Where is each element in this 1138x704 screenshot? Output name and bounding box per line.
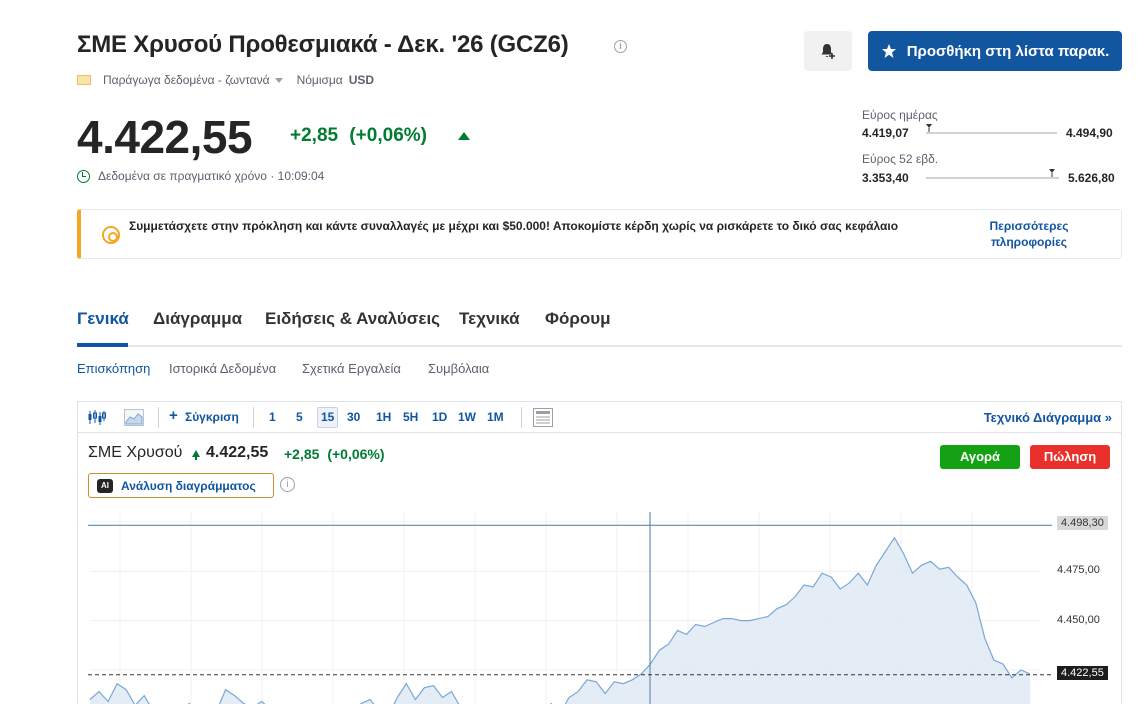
- instrument-meta: Παράγωγα δεδομένα - ζωντανά Νόμισμα USD: [77, 73, 374, 87]
- flag-icon: [77, 75, 91, 85]
- up-arrow-icon: [192, 450, 200, 460]
- day-range-high: 4.494,90: [1066, 126, 1113, 140]
- crosshair-price-tag: 4.498,30: [1057, 516, 1108, 531]
- clock-icon: [77, 169, 90, 183]
- promo-text: Συμμετάσχετε στην πρόκληση και κάντε συν…: [129, 219, 899, 233]
- interval-1h[interactable]: 1H: [376, 410, 391, 424]
- subnav-contracts[interactable]: Συμβόλαια: [428, 361, 489, 376]
- realtime-label: Δεδομένα σε πραγματικό χρόνο · 10:09:04: [98, 169, 325, 183]
- currency-label: Νόμισμα: [296, 73, 343, 87]
- sell-button[interactable]: Πώληση: [1030, 445, 1110, 469]
- y-tick-label: 4.475,00: [1057, 564, 1100, 577]
- price-chart[interactable]: 4.475,00 4.450,00 4.498,30 4.422,55: [78, 512, 1121, 704]
- alert-button[interactable]: [804, 31, 852, 71]
- price-chart-canvas[interactable]: [78, 512, 1121, 704]
- day-range-bar: [925, 124, 1057, 134]
- chart-price: 4.422,55: [206, 444, 269, 461]
- plus-icon: +: [169, 407, 178, 424]
- toolbar-divider: [158, 407, 159, 428]
- area-chart-icon[interactable]: [124, 409, 144, 426]
- chart-change-percent: (+0,06%): [327, 446, 385, 462]
- chart-toolbar: + Σύγκριση 1 5 15 30 1H 5H 1D 1W 1M Τεχν…: [78, 402, 1121, 433]
- main-tabs: Γενικά Διάγραμμα Ειδήσεις & Αναλύσεις Τε…: [77, 309, 1122, 347]
- promo-more-info-link[interactable]: Περισσότερες πληροφορίες: [979, 218, 1079, 250]
- day-range-marker: [925, 124, 932, 132]
- week52-range-label: Εύρος 52 εβδ.: [862, 152, 939, 166]
- buy-button[interactable]: Αγορά: [940, 445, 1020, 469]
- bell-plus-icon: [821, 44, 835, 59]
- ai-chart-analysis-label: Ανάλυση διαγράμματος: [121, 478, 256, 493]
- week52-range-low: 3.353,40: [862, 171, 909, 185]
- watchlist-label: Προσθήκη στη λίστα παρακ.: [906, 42, 1110, 60]
- interval-1d[interactable]: 1D: [432, 410, 447, 424]
- day-range-low: 4.419,07: [862, 126, 909, 140]
- category-dropdown[interactable]: Παράγωγα δεδομένα - ζωντανά: [103, 73, 270, 87]
- promo-banner: Συμμετάσχετε στην πρόκληση και κάντε συν…: [77, 209, 1122, 259]
- day-range-label: Εύρος ημέρας: [862, 108, 938, 122]
- interval-5h[interactable]: 5H: [403, 410, 418, 424]
- subnav-historical-data[interactable]: Ιστορικά Δεδομένα: [169, 361, 276, 376]
- chart-change-value: +2,85: [284, 446, 320, 462]
- chart-settings-icon[interactable]: [533, 408, 553, 427]
- y-tick-label: 4.450,00: [1057, 613, 1100, 626]
- add-to-watchlist-button[interactable]: Προσθήκη στη λίστα παρακ.: [868, 31, 1122, 71]
- active-tab-indicator: [77, 343, 128, 347]
- tab-forum[interactable]: Φόρουμ: [545, 309, 611, 329]
- change-value: +2,85: [290, 125, 339, 146]
- ai-icon: AI: [97, 478, 113, 493]
- interval-1m[interactable]: 1M: [487, 410, 504, 424]
- chevron-down-icon[interactable]: [274, 77, 283, 83]
- price-change: +2,85 (+0,06%): [290, 125, 427, 147]
- interval-5[interactable]: 5: [296, 410, 303, 424]
- realtime-status: Δεδομένα σε πραγματικό χρόνο · 10:09:04: [77, 169, 324, 183]
- page-title: ΣΜΕ Χρυσού Προθεσμιακά - Δεκ. '26 (GCZ6): [77, 31, 569, 58]
- subnav-overview[interactable]: Επισκόπηση: [77, 361, 150, 376]
- toolbar-divider: [521, 407, 522, 428]
- info-icon[interactable]: i: [280, 477, 295, 492]
- week52-range-bar: [926, 169, 1059, 179]
- week52-range-marker: [1048, 169, 1055, 177]
- tab-chart[interactable]: Διάγραμμα: [153, 309, 242, 329]
- target-icon: [102, 226, 120, 244]
- toolbar-divider: [253, 407, 254, 428]
- ai-chart-analysis-button[interactable]: AI Ανάλυση διαγράμματος: [88, 473, 274, 498]
- interval-30[interactable]: 30: [347, 410, 360, 424]
- star-icon: [881, 44, 896, 58]
- tab-news-analysis[interactable]: Ειδήσεις & Αναλύσεις: [265, 309, 440, 329]
- technical-chart-link[interactable]: Τεχνικό Διάγραμμα »: [984, 410, 1112, 425]
- subnav-related-tools[interactable]: Σχετικά Εργαλεία: [302, 361, 401, 376]
- change-percent: (+0,06%): [349, 125, 427, 146]
- up-arrow-icon: [458, 132, 470, 140]
- interval-1w[interactable]: 1W: [458, 410, 476, 424]
- last-price-tag: 4.422,55: [1057, 665, 1108, 680]
- currency-value: USD: [348, 73, 375, 87]
- compare-button[interactable]: Σύγκριση: [185, 410, 239, 424]
- last-price: 4.422,55: [77, 111, 253, 163]
- chart-instrument-name: ΣΜΕ Χρυσού: [88, 444, 183, 461]
- week52-range-high: 5.626,80: [1068, 171, 1115, 185]
- info-icon[interactable]: i: [614, 40, 627, 53]
- candlestick-icon[interactable]: [88, 409, 106, 426]
- interval-1[interactable]: 1: [269, 410, 276, 424]
- tab-general[interactable]: Γενικά: [77, 309, 129, 329]
- tab-technical[interactable]: Τεχνικά: [459, 309, 520, 329]
- chart-price-change: +2,85 (+0,06%): [284, 446, 385, 462]
- interval-15[interactable]: 15: [321, 410, 334, 424]
